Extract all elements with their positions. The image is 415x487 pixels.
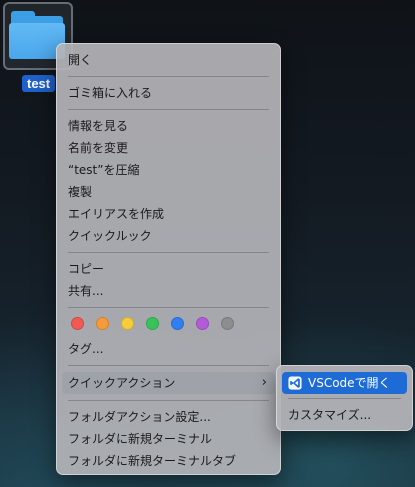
menu-separator [68, 365, 269, 366]
menu-item-new-terminal[interactable]: フォルダに新規ターミナル [62, 428, 275, 450]
menu-item-make-alias[interactable]: エイリアスを作成 [62, 203, 275, 225]
chevron-right-icon: › [261, 375, 267, 390]
vscode-icon [288, 376, 302, 390]
menu-item-compress[interactable]: “test”を圧縮 [62, 159, 275, 181]
tag-orange-icon[interactable] [96, 317, 109, 330]
menu-item-quick-look[interactable]: クイックルック [62, 225, 275, 247]
tag-yellow-icon[interactable] [121, 317, 134, 330]
menu-item-rename[interactable]: 名前を変更 [62, 137, 275, 159]
menu-item-new-terminal-tab[interactable]: フォルダに新規ターミナルタブ [62, 450, 275, 472]
menu-item-get-info[interactable]: 情報を見る [62, 115, 275, 137]
quick-actions-submenu: VSCodeで開く カスタマイズ... [276, 365, 413, 431]
context-menu: 開く ゴミ箱に入れる 情報を見る 名前を変更 “test”を圧縮 複製 エイリア… [56, 43, 281, 475]
menu-item-open[interactable]: 開く [62, 49, 275, 71]
submenu-separator [288, 398, 401, 399]
submenu-item-open-in-vscode[interactable]: VSCodeで開く [282, 372, 407, 394]
menu-item-tags[interactable]: タグ... [62, 338, 275, 360]
menu-separator [68, 76, 269, 77]
tag-green-icon[interactable] [146, 317, 159, 330]
menu-separator [68, 400, 269, 401]
menu-item-duplicate[interactable]: 複製 [62, 181, 275, 203]
tag-blue-icon[interactable] [171, 317, 184, 330]
menu-separator [68, 252, 269, 253]
menu-item-folder-action-setup[interactable]: フォルダアクション設定... [62, 406, 275, 428]
tag-gray-icon[interactable] [221, 317, 234, 330]
menu-separator [68, 307, 269, 308]
submenu-item-customize[interactable]: カスタマイズ... [282, 404, 407, 426]
tag-red-icon[interactable] [71, 317, 84, 330]
menu-item-quick-actions[interactable]: クイックアクション › [62, 372, 275, 394]
tag-purple-icon[interactable] [196, 317, 209, 330]
quick-actions-label: クイックアクション [68, 376, 176, 390]
menu-separator [68, 109, 269, 110]
folder-label[interactable]: test [22, 75, 56, 92]
menu-item-move-to-trash[interactable]: ゴミ箱に入れる [62, 82, 275, 104]
menu-item-share[interactable]: 共有... [62, 280, 275, 302]
menu-item-copy[interactable]: コピー [62, 258, 275, 280]
vscode-label: VSCodeで開く [308, 376, 391, 390]
